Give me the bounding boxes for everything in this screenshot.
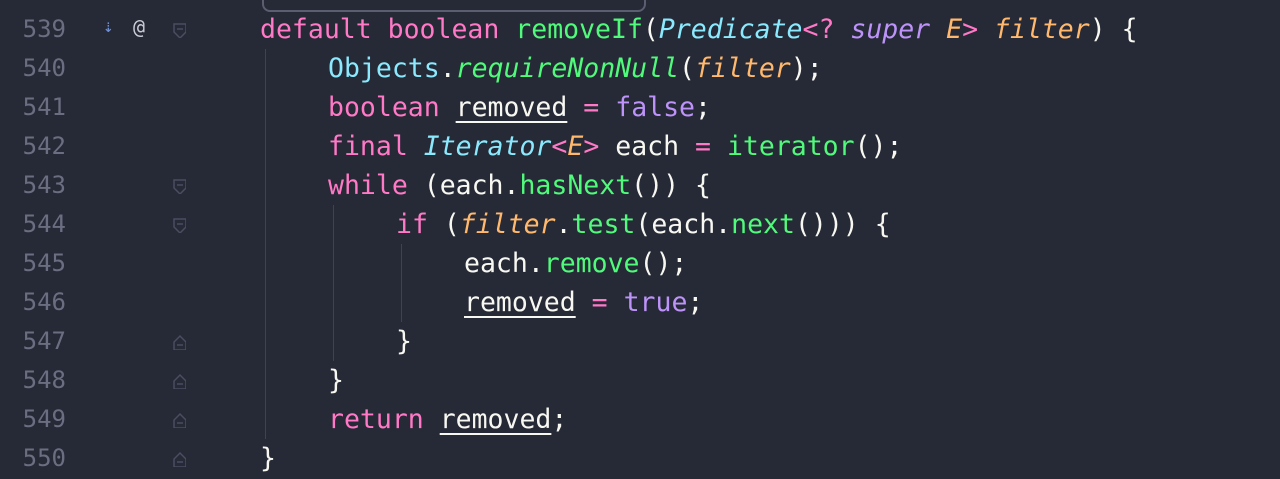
code-token: E — [946, 14, 963, 45]
code-line[interactable]: removed = true; — [0, 283, 1280, 322]
code-token: removed — [455, 92, 568, 123]
code-token: next — [731, 209, 795, 240]
code-token: hasNext — [519, 170, 632, 201]
code-token: = — [583, 92, 600, 123]
code-token: each. — [464, 248, 544, 279]
code-token: < — [551, 131, 568, 162]
code-token: boolean — [387, 14, 516, 45]
code-token: Iterator — [423, 131, 552, 162]
code-token: } — [396, 326, 412, 357]
code-token: ( — [443, 209, 460, 240]
code-token: ())) { — [794, 209, 891, 240]
code-token: } — [328, 365, 344, 396]
code-editor[interactable]: 539 540 541 542 543 544 545 546 547 548 549 550 ⇣ @… — [0, 0, 1280, 479]
code-token: removeIf — [515, 14, 643, 45]
code-token: . — [439, 53, 456, 84]
code-token: true — [623, 287, 688, 318]
code-token: final — [328, 131, 424, 162]
code-token: ; — [687, 287, 704, 318]
code-token: ; — [695, 92, 711, 123]
code-token: ) { — [1089, 14, 1138, 45]
code-token: ( — [679, 53, 695, 84]
code-token: filter — [993, 14, 1090, 45]
code-token: super — [850, 14, 947, 45]
code-token: = — [695, 131, 711, 162]
code-token: removed — [439, 404, 552, 435]
code-line[interactable]: } — [0, 322, 1280, 361]
code-token: } — [260, 443, 276, 474]
code-token: Predicate — [658, 14, 803, 45]
code-token: filter — [695, 53, 791, 84]
code-token: > — [962, 14, 994, 45]
code-token: false — [615, 92, 696, 123]
code-token: (); — [854, 131, 903, 162]
code-token: (); — [639, 248, 688, 279]
code-token: Objects — [328, 53, 440, 84]
code-token: requireNonNull — [455, 53, 680, 84]
code-token: ; — [551, 404, 568, 435]
code-token: return — [328, 404, 440, 435]
code-token: iterator — [726, 131, 855, 162]
code-line[interactable]: while (each.hasNext()) { — [0, 166, 1280, 205]
code-token: ()) { — [631, 170, 711, 201]
code-line[interactable]: final Iterator<E> each = iterator(); — [0, 127, 1280, 166]
code-line[interactable]: return removed; — [0, 400, 1280, 439]
code-line[interactable]: each.remove(); — [0, 244, 1280, 283]
code-token: boolean — [328, 92, 456, 123]
code-token: while — [328, 170, 424, 201]
code-line[interactable]: boolean removed = false; — [0, 88, 1280, 127]
code-token: test — [571, 209, 636, 240]
code-token: each — [599, 131, 696, 162]
code-line[interactable]: default boolean removeIf(Predicate<? sup… — [0, 10, 1280, 49]
code-token: > — [583, 131, 600, 162]
code-line[interactable]: Objects.requireNonNull(filter); — [0, 49, 1280, 88]
code-token: = — [591, 287, 608, 318]
code-token: removed — [464, 287, 576, 318]
code-token: ( — [642, 14, 659, 45]
code-line[interactable]: if (filter.test(each.next())) { — [0, 205, 1280, 244]
code-token: default — [260, 14, 388, 45]
code-token: (each. — [423, 170, 520, 201]
code-token: (each. — [635, 209, 732, 240]
code-token: . — [555, 209, 572, 240]
code-token: remove — [543, 248, 640, 279]
code-line[interactable]: } — [0, 361, 1280, 400]
code-token: filter — [459, 209, 556, 240]
code-token: if — [396, 209, 444, 240]
code-token: ); — [790, 53, 823, 84]
code-line[interactable]: } — [0, 439, 1280, 478]
code-token: <? — [802, 14, 851, 45]
code-token: E — [567, 131, 584, 162]
